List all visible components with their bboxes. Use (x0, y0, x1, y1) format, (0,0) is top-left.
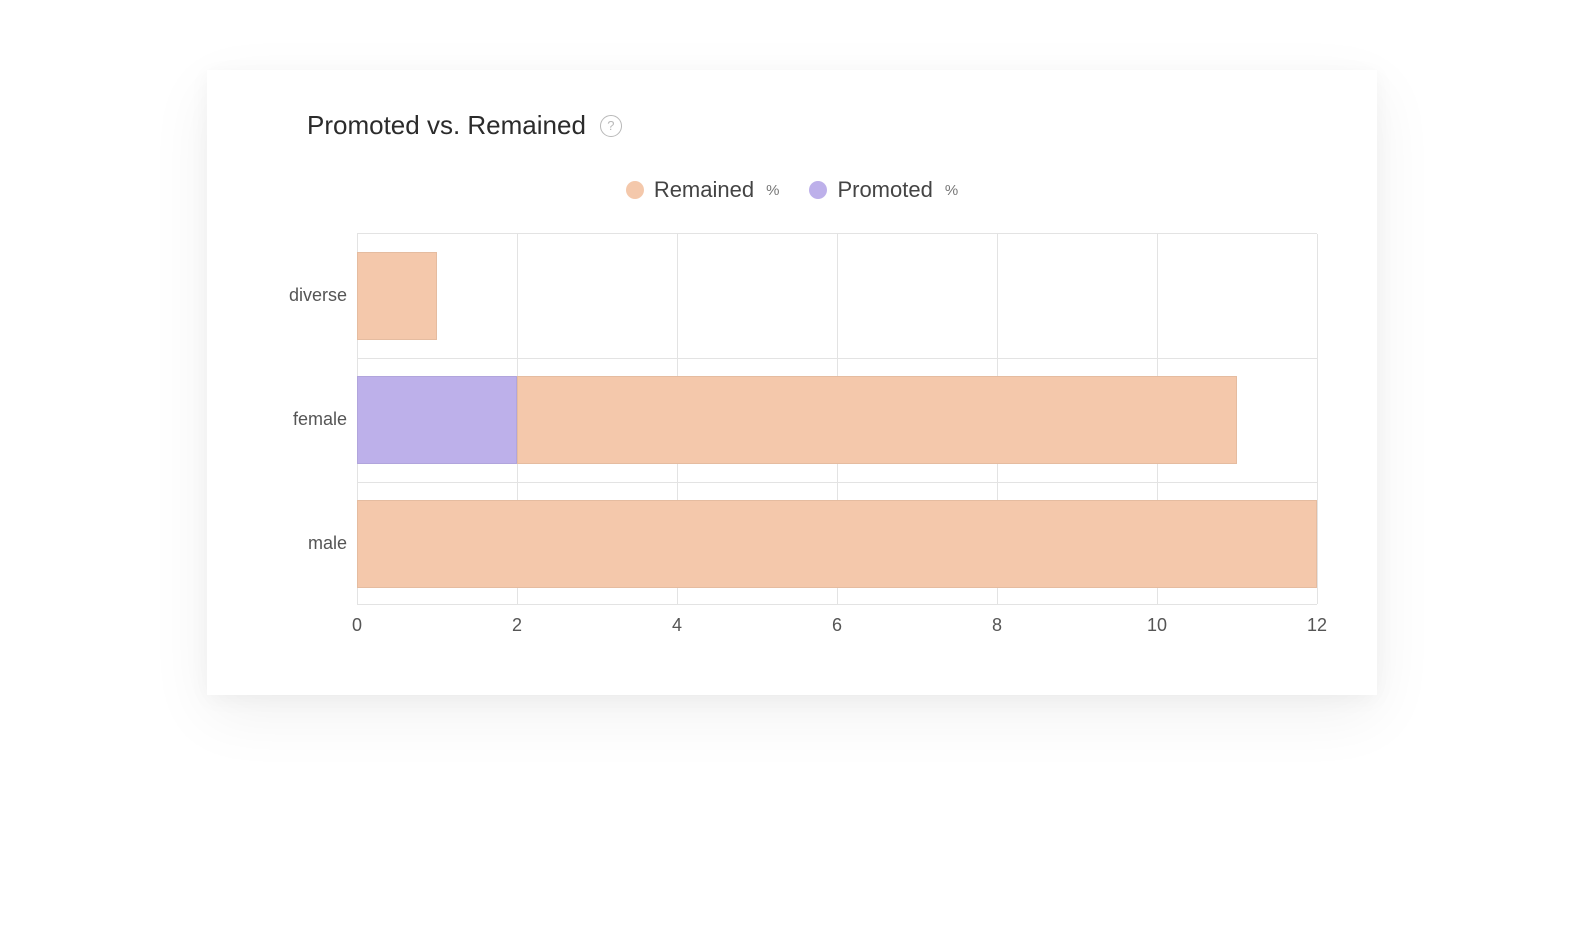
x-tick-label: 6 (832, 615, 842, 636)
x-tick-label: 0 (352, 615, 362, 636)
bar-row (357, 500, 1317, 588)
chart-title: Promoted vs. Remained (307, 110, 586, 141)
legend-swatch (809, 181, 827, 199)
legend-label: Promoted (837, 177, 932, 203)
chart-card: Promoted vs. Remained ? Remained % Promo… (207, 70, 1377, 695)
gridline-horizontal (357, 358, 1317, 359)
gridline (1317, 234, 1318, 604)
bar-segment[interactable] (357, 252, 437, 340)
y-axis-labels: diverse female male (267, 233, 357, 605)
y-tick-label: diverse (267, 233, 347, 357)
chart-body: diverse female male (267, 233, 1317, 605)
legend-item-promoted[interactable]: Promoted % (809, 177, 958, 203)
y-tick-label: male (267, 481, 347, 605)
card-header: Promoted vs. Remained ? (307, 110, 1317, 141)
legend-item-remained[interactable]: Remained % (626, 177, 780, 203)
x-tick-label: 8 (992, 615, 1002, 636)
legend-unit: % (766, 182, 779, 199)
bar-segment[interactable] (357, 376, 517, 464)
bar-row (357, 376, 1237, 464)
gridline-horizontal (357, 482, 1317, 483)
y-tick-label: female (267, 357, 347, 481)
x-tick-label: 4 (672, 615, 682, 636)
x-tick-label: 10 (1147, 615, 1167, 636)
bar-segment[interactable] (357, 500, 1317, 588)
x-axis: 024681012 (357, 615, 1317, 645)
help-icon[interactable]: ? (600, 115, 622, 137)
x-tick-label: 12 (1307, 615, 1327, 636)
plot-area (357, 233, 1317, 605)
bar-row (357, 252, 437, 340)
chart-legend: Remained % Promoted % (267, 177, 1317, 203)
legend-swatch (626, 181, 644, 199)
bar-segment[interactable] (517, 376, 1237, 464)
legend-unit: % (945, 182, 958, 199)
legend-label: Remained (654, 177, 754, 203)
x-tick-label: 2 (512, 615, 522, 636)
